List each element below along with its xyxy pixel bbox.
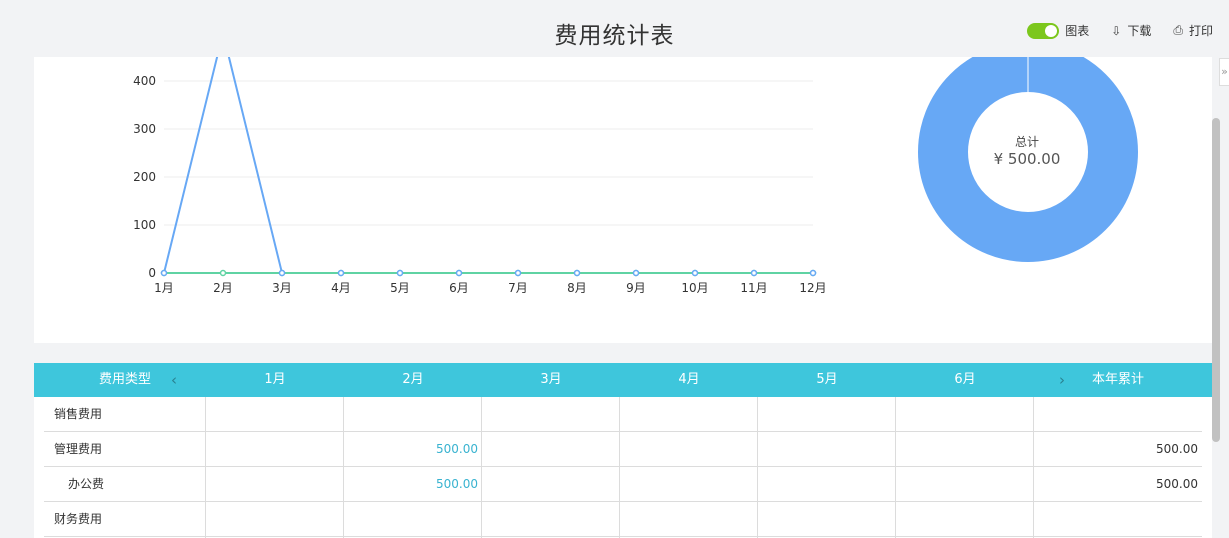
x-tick-label: 9月 bbox=[626, 281, 646, 295]
expense-type-cell: 财务费用 bbox=[54, 512, 103, 526]
download-button[interactable]: ⇩ 下载 bbox=[1111, 22, 1151, 39]
page-header: 费用统计表 图表 ⇩ 下载 ⎙ 打印 bbox=[0, 0, 1229, 58]
scrollbar-thumb[interactable] bbox=[1212, 118, 1220, 442]
print-label: 打印 bbox=[1188, 24, 1213, 38]
column-header-type: 费用类型 bbox=[98, 372, 151, 387]
table-row: 销售费用 bbox=[44, 397, 1202, 432]
series-line bbox=[163, 57, 813, 274]
month-value-cell[interactable]: 500.00 bbox=[344, 467, 482, 501]
double-chevron-right-icon: » bbox=[1221, 65, 1228, 78]
y-tick-label: 200 bbox=[133, 170, 156, 184]
table-row: 办公费 500.00 500.00 bbox=[44, 467, 1202, 502]
column-header-jun: 6月 bbox=[954, 372, 976, 387]
column-header-feb: 2月 bbox=[402, 372, 424, 387]
prev-months-chevron-icon[interactable]: ‹ bbox=[171, 363, 177, 397]
expense-table: 费用类型 ‹ 1月 2月 3月 4月 5月 6月 › 本年累计 销售费用 管理费… bbox=[34, 363, 1212, 538]
collapse-panel-button[interactable]: » bbox=[1219, 58, 1229, 86]
series-point bbox=[337, 269, 345, 277]
app-window: 费用统计表 图表 ⇩ 下载 ⎙ 打印 0 100 200 300 400 1月 2月 3月 4月… bbox=[0, 0, 1229, 538]
x-tick-label: 7月 bbox=[508, 281, 528, 295]
table-header: 费用类型 ‹ 1月 2月 3月 4月 5月 6月 › 本年累计 bbox=[34, 363, 1212, 397]
x-tick-label: 6月 bbox=[449, 281, 469, 295]
series-point bbox=[573, 269, 581, 277]
x-tick-label: 1月 bbox=[154, 281, 174, 295]
download-label: 下载 bbox=[1127, 24, 1152, 38]
y-tick-label: 0 bbox=[148, 266, 156, 280]
y-tick-label: 100 bbox=[133, 218, 156, 232]
series-point bbox=[809, 269, 817, 277]
month-value-cell[interactable]: 500.00 bbox=[344, 432, 482, 466]
y-tick-label: 400 bbox=[133, 74, 156, 88]
series-point bbox=[219, 269, 227, 277]
column-header-may: 5月 bbox=[816, 372, 838, 387]
expense-type-cell: 办公费 bbox=[68, 477, 105, 491]
x-tick-label: 10月 bbox=[681, 281, 708, 295]
ytd-total-cell: 500.00 bbox=[1156, 442, 1198, 456]
series-point bbox=[632, 269, 640, 277]
donut-center-value: ¥ 500.00 bbox=[994, 150, 1061, 168]
chart-toggle-label: 图表 bbox=[1065, 24, 1090, 38]
chart-toggle[interactable]: 图表 bbox=[1027, 22, 1089, 39]
expense-type-cell: 销售费用 bbox=[54, 407, 103, 421]
print-button[interactable]: ⎙ 打印 bbox=[1173, 22, 1213, 39]
series-point bbox=[691, 269, 699, 277]
toggle-knob bbox=[1045, 24, 1058, 37]
print-icon: ⎙ bbox=[1173, 23, 1183, 37]
ytd-total-cell: 500.00 bbox=[1156, 477, 1198, 491]
x-tick-label: 12月 bbox=[799, 281, 826, 295]
expense-type-cell: 管理费用 bbox=[54, 442, 103, 456]
chart-panel: 0 100 200 300 400 1月 2月 3月 4月 5月 6月 7月 8月 9月 10月 11月 12月… bbox=[34, 57, 1212, 343]
series-point bbox=[160, 269, 168, 277]
column-header-ytd: 本年累计 bbox=[1091, 372, 1144, 387]
y-tick-label: 300 bbox=[133, 122, 156, 136]
series-point bbox=[396, 269, 404, 277]
column-header-apr: 4月 bbox=[678, 372, 700, 387]
column-header-jan: 1月 bbox=[264, 372, 286, 387]
x-tick-label: 3月 bbox=[272, 281, 292, 295]
series-point bbox=[278, 269, 286, 277]
series-point bbox=[455, 269, 463, 277]
line-chart: 0 100 200 300 400 1月 2月 3月 4月 5月 6月 7月 8月 9月 10月 11月 12月 bbox=[133, 57, 827, 295]
x-tick-label: 8月 bbox=[567, 281, 587, 295]
x-tick-label: 4月 bbox=[331, 281, 351, 295]
donut-center-label: 总计 bbox=[1015, 135, 1039, 149]
x-tick-label: 2月 bbox=[213, 281, 233, 295]
x-tick-label: 11月 bbox=[740, 281, 767, 295]
series-point bbox=[514, 269, 522, 277]
series-point bbox=[750, 269, 758, 277]
download-icon: ⇩ bbox=[1111, 23, 1122, 38]
toolbar: 图表 ⇩ 下载 ⎙ 打印 bbox=[1027, 22, 1213, 39]
toggle-switch[interactable] bbox=[1027, 22, 1060, 39]
donut-slice bbox=[918, 57, 1138, 262]
x-tick-label: 5月 bbox=[390, 281, 410, 295]
column-header-mar: 3月 bbox=[540, 372, 562, 387]
table-row: 财务费用 bbox=[44, 502, 1202, 537]
table-row: 管理费用 500.00 500.00 bbox=[44, 432, 1202, 467]
